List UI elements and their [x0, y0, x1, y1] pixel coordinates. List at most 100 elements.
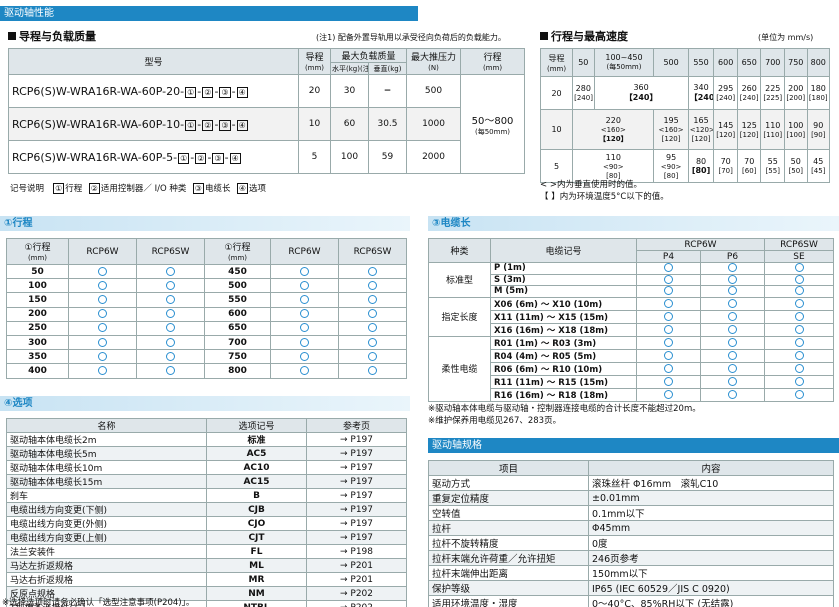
available-mark [794, 298, 804, 308]
available-mark [664, 376, 673, 386]
model-cell: RCP6(S)W-WRA16R-WA-60P-5- ① - ② - ③ - ④ [8, 140, 299, 174]
cable-table: 种类 电缆记号 RCP6W RCP6SW P4 P6 SE 标准型 P (1m) S… [428, 238, 834, 402]
available-mark [98, 266, 107, 276]
table-row: 300 700 [6, 334, 407, 351]
table-row: 10 220 <160> 【120】 195 <160> [120] 165 <120>[… [539, 109, 830, 150]
table-row: 驱动轴本体电缆长15m AC15 → P197 [6, 474, 407, 489]
available-mark [728, 298, 737, 308]
col-thrust: 最大推压力 (N) [406, 48, 462, 75]
table-row: 标准型 P (1m) [428, 262, 834, 298]
stroke-range: 50～800 (每50mm) [460, 74, 526, 174]
available-mark [794, 363, 804, 373]
col-horiz: 水平(kg)(注1) [330, 62, 369, 75]
table-row: 马达右折返规格 MR → P201 [6, 572, 407, 587]
section-header: 驱动轴性能 [0, 6, 418, 21]
available-mark [728, 350, 737, 360]
table-row: 法兰安装件 FL → P198 [6, 544, 407, 559]
table-row: 电缆出线方向变更(下侧) CJB → P197 [6, 502, 407, 517]
col-vert: 垂直(kg) [367, 62, 408, 75]
available-mark [166, 266, 175, 276]
available-mark [794, 389, 804, 399]
available-mark [664, 298, 673, 308]
available-mark [664, 350, 673, 360]
available-mark [166, 351, 175, 361]
table-row: 250 650 [6, 320, 407, 336]
available-mark [368, 323, 377, 333]
available-mark [664, 337, 673, 347]
col-model: 型号 [8, 48, 299, 75]
table-row: 拉杆末端伸出距离 150mm以下 [428, 565, 834, 581]
table-row: 400 800 [6, 363, 407, 379]
model-cell: RCP6(S)W-WRA16R-WA-60P-20- ① - ② - ③ - ④ [8, 74, 299, 108]
table-row: 50 450 [6, 263, 407, 280]
available-mark [300, 365, 309, 375]
table-row: RCP6(S)W-WRA16R-WA-60P-20- ① - ② - ③ - ④ 20 30 … [8, 74, 526, 174]
speed-col-lead: 导程 (mm) [539, 48, 574, 77]
available-mark [300, 280, 309, 290]
table-row: 马达左折返规格 ML → P201 [6, 558, 407, 573]
available-mark [166, 309, 175, 319]
speed-note-1: < >内为垂直使用时的值。 [540, 180, 642, 190]
table-row: 200 600 [6, 306, 407, 322]
speed-note-2: 【 】内为环境温度5°C以下的值。 [540, 192, 669, 202]
available-mark [368, 280, 377, 290]
available-mark [368, 266, 377, 276]
available-mark [368, 294, 377, 304]
table-row: 拉杆不旋转精度 0度 [428, 535, 834, 551]
table-row: 电缆出线方向变更(上侧) CJT → P197 [6, 530, 407, 545]
col-max-load: 最大负载质量 [329, 48, 408, 63]
table-row: 350 750 [6, 349, 407, 365]
load-title: 导程与负载质量 [8, 28, 96, 44]
available-mark [166, 294, 175, 304]
available-mark [728, 274, 737, 284]
options-note: ※选择选项时请务必确认「选型注意事项(P204)」。 [2, 598, 195, 607]
available-mark [728, 389, 737, 399]
available-mark [794, 311, 804, 321]
available-mark [368, 351, 377, 361]
available-mark [300, 323, 309, 333]
table-row: RCP6(S)W-WRA16R-WA-60P-5- ① - ② - ③ - ④ 5 100 5… [8, 140, 525, 174]
available-mark [794, 274, 804, 284]
table-row: 重复定位精度 ±0.01mm [428, 490, 834, 506]
available-mark [664, 389, 673, 399]
table-row: RCP6(S)W-WRA16R-WA-60P-10- ① - ② - ③ - ④ 10 60 … [8, 107, 525, 141]
available-mark [728, 363, 737, 373]
available-mark [728, 324, 737, 334]
legend: 记号说明 ① 行程 ② 适用控制器／ I/O 种类 ③ 电缆长 ④ 选项 [10, 183, 267, 194]
available-mark [728, 376, 737, 386]
available-mark [794, 286, 804, 296]
available-mark [98, 323, 107, 333]
table-row: 驱动轴本体电缆长2m 标准 → P197 [6, 432, 407, 447]
table-row: 驱动轴本体电缆长5m AC5 → P197 [6, 446, 407, 461]
col-stroke: 行程 (mm) [460, 48, 526, 75]
available-mark [728, 337, 737, 347]
table-row: 100 500 [6, 278, 407, 294]
stroke-section-header: ①行程 [0, 216, 410, 231]
table-row: 适用环境温度・湿度 0～40°C、85%RH以下 (无结露) [428, 595, 834, 607]
available-mark [98, 280, 107, 290]
load-table: 型号 导程 (mm) 最大负载质量 最大推压力 (N) 行程 (mm) 水平(kg)(… [8, 48, 526, 174]
table-row: 150 550 [6, 292, 407, 308]
table-row: 拉杆 Φ45mm [428, 520, 834, 536]
available-mark [300, 337, 309, 347]
available-mark [300, 309, 309, 319]
table-row: 空转值 0.1mm以下 [428, 505, 834, 521]
speed-title: 行程与最高速度 [540, 28, 628, 44]
available-mark [794, 263, 804, 273]
col-lead: 导程 (mm) [298, 48, 331, 75]
table-row: 驱动方式 滚珠丝杆 Φ16mm 滚轧C10 [428, 475, 834, 491]
available-mark [794, 337, 804, 347]
options-section-header: ④选项 [0, 396, 410, 411]
table-row: 保护等级 IP65 (IEC 60529／JIS C 0920) [428, 580, 834, 596]
available-mark [300, 294, 309, 304]
available-mark [166, 365, 175, 375]
cable-note-2: ※维护保养用电缆见267、283页。 [428, 416, 562, 426]
table-row: 指定长度 X06 (6m) ～ X10 (10m) [428, 296, 834, 337]
available-mark [368, 365, 377, 375]
available-mark [794, 376, 804, 386]
available-mark [98, 337, 107, 347]
available-mark [664, 363, 673, 373]
available-mark [728, 286, 737, 296]
load-note: (注1) 配备外置导轨用以承受径向负荷后的负载能力。 [316, 33, 506, 42]
available-mark [300, 266, 309, 276]
